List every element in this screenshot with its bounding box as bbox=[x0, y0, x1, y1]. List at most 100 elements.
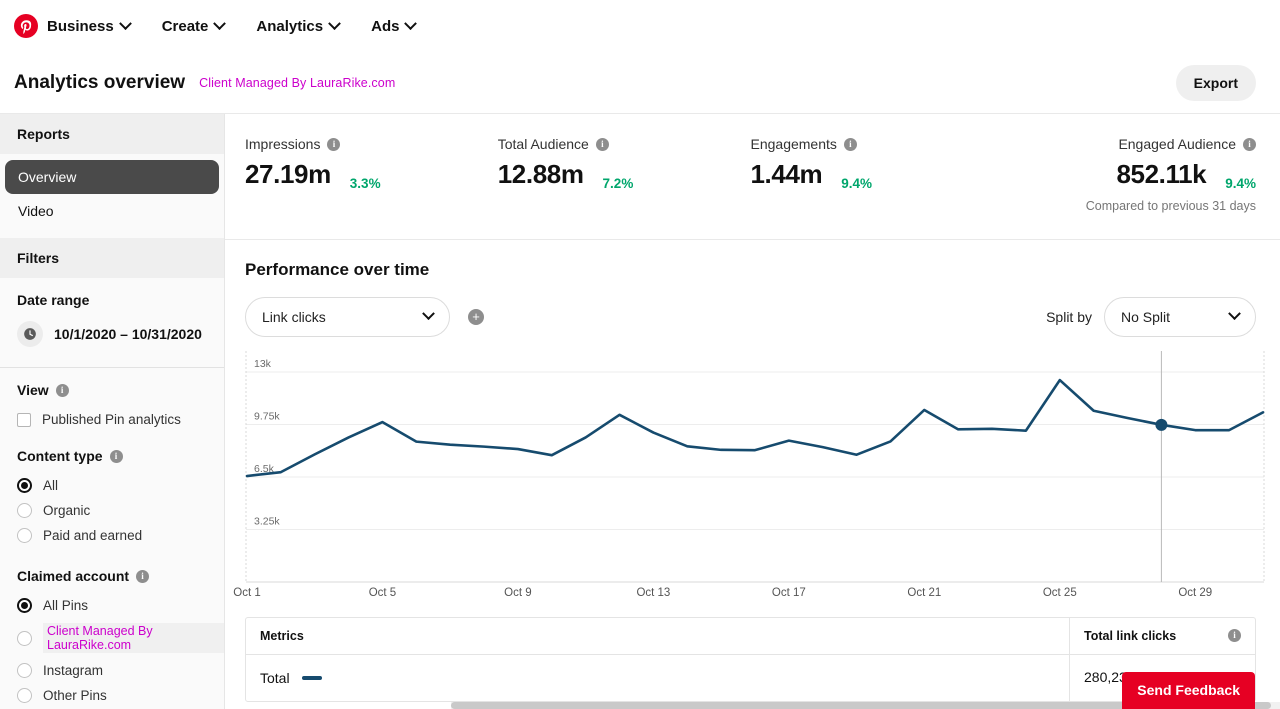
metric-engaged-audience-label-text: Engaged Audience bbox=[1118, 136, 1236, 152]
metrics-summary-row: Impressions i 27.19m 3.3% Tot bbox=[225, 114, 1280, 240]
table-row-metric-label: Total bbox=[260, 670, 290, 686]
nav-item-ads[interactable]: Ads bbox=[371, 18, 415, 35]
radio-content-type-all[interactable]: All bbox=[17, 473, 224, 498]
checkbox-published-pin-analytics[interactable]: Published Pin analytics bbox=[17, 407, 224, 432]
metric-impressions-label-text: Impressions bbox=[245, 136, 320, 152]
radio-claimed-instagram[interactable]: Instagram bbox=[17, 658, 224, 683]
info-icon[interactable]: i bbox=[596, 138, 609, 151]
radio-content-type-organic[interactable]: Organic bbox=[17, 498, 224, 523]
chart-x-tick-label: Oct 21 bbox=[907, 587, 941, 599]
chart-x-tick-label: Oct 1 bbox=[233, 587, 260, 599]
claimed-account-label-text: Claimed account bbox=[17, 568, 129, 584]
filter-content-type: Content type i All Organic Paid and earn… bbox=[0, 438, 224, 554]
export-button[interactable]: Export bbox=[1176, 65, 1256, 101]
sidebar-heading-filters: Filters bbox=[0, 238, 224, 278]
page-title: Analytics overview bbox=[14, 72, 185, 94]
metric-engaged-audience-delta-text: 9.4% bbox=[1225, 176, 1256, 191]
radio-content-type-all-label: All bbox=[43, 478, 58, 493]
sidebar-nav: Overview Video bbox=[0, 154, 224, 238]
info-icon[interactable]: i bbox=[1228, 629, 1241, 642]
metric-select-value: Link clicks bbox=[262, 309, 416, 325]
metric-engaged-audience-values: 852.11k 9.4% bbox=[1003, 159, 1256, 191]
main-content: Impressions i 27.19m 3.3% Tot bbox=[225, 114, 1280, 709]
radio-icon bbox=[17, 688, 32, 703]
sidebar-item-video-label: Video bbox=[18, 203, 54, 219]
nav-item-business[interactable]: Business bbox=[47, 18, 130, 35]
radio-content-type-paid-and-earned[interactable]: Paid and earned bbox=[17, 523, 224, 548]
svg-text:9.75k: 9.75k bbox=[254, 410, 280, 422]
filter-view: View i Published Pin analytics bbox=[0, 368, 224, 438]
radio-claimed-other-pins-label: Other Pins bbox=[43, 688, 107, 703]
date-range-label-text: Date range bbox=[17, 292, 89, 308]
radio-claimed-other-pins[interactable]: Other Pins bbox=[17, 683, 224, 708]
sidebar-heading-reports: Reports bbox=[0, 114, 224, 154]
date-range-value: 10/1/2020 – 10/31/2020 bbox=[54, 326, 202, 342]
chevron-down-icon bbox=[422, 307, 435, 320]
table-row-metric-cell: Total bbox=[246, 655, 1069, 701]
nav-item-create[interactable]: Create bbox=[162, 18, 225, 35]
metric-total-audience-delta-text: 7.2% bbox=[603, 176, 634, 191]
metric-card-engagements: Engagements i 1.44m 9.4% bbox=[751, 136, 1004, 213]
info-icon[interactable]: i bbox=[56, 384, 69, 397]
sidebar-item-overview-label: Overview bbox=[18, 169, 76, 185]
metrics-table-col-total-link-clicks: Total link clicks i bbox=[1069, 618, 1255, 654]
view-label: View i bbox=[17, 382, 224, 398]
chart-x-axis-labels: Oct 1Oct 5Oct 9Oct 13Oct 17Oct 21Oct 25O… bbox=[245, 583, 1256, 605]
info-icon[interactable]: i bbox=[110, 450, 123, 463]
radio-selected-icon bbox=[17, 478, 32, 493]
sidebar: Reports Overview Video Filters Date rang… bbox=[0, 114, 225, 709]
plus-circle-icon[interactable]: + bbox=[468, 309, 484, 325]
line-chart-plot[interactable]: 3.25k6.5k9.75k13k Oct 1Oct 5Oct 9Oct 13O… bbox=[245, 351, 1256, 605]
info-icon[interactable]: i bbox=[844, 138, 857, 151]
radio-claimed-all-pins-label: All Pins bbox=[43, 598, 88, 613]
metric-impressions-values: 27.19m 3.3% bbox=[245, 159, 498, 191]
radio-claimed-instagram-label: Instagram bbox=[43, 663, 103, 678]
radio-icon bbox=[17, 528, 32, 543]
info-icon[interactable]: i bbox=[1243, 138, 1256, 151]
top-navigation-bar: Business Create Analytics Ads bbox=[0, 0, 1280, 52]
nav-item-analytics[interactable]: Analytics bbox=[256, 18, 339, 35]
metric-card-total-audience: Total Audience i 12.88m 7.2% bbox=[498, 136, 751, 213]
send-feedback-button[interactable]: Send Feedback bbox=[1122, 672, 1255, 709]
metric-engaged-audience-label: Engaged Audience i bbox=[1003, 136, 1256, 152]
filter-date-range: Date range 10/1/2020 – 10/31/2020 bbox=[0, 278, 224, 365]
metric-engagements-label: Engagements i bbox=[751, 136, 1004, 152]
clock-icon bbox=[17, 321, 43, 347]
chart-data-line-total bbox=[247, 380, 1263, 476]
metric-impressions-delta-text: 3.3% bbox=[350, 176, 381, 191]
metric-total-audience-delta: 7.2% bbox=[598, 176, 634, 191]
line-chart-svg: 3.25k6.5k9.75k13k bbox=[245, 351, 1265, 583]
date-range-label: Date range bbox=[17, 292, 224, 308]
content-type-label: Content type i bbox=[17, 448, 224, 464]
metric-engagements-delta-text: 9.4% bbox=[841, 176, 872, 191]
metric-total-audience-label-text: Total Audience bbox=[498, 136, 589, 152]
chart-x-tick-label: Oct 5 bbox=[369, 587, 396, 599]
chevron-down-icon bbox=[119, 17, 132, 30]
client-managed-tag: Client Managed By LauraRike.com bbox=[199, 76, 395, 90]
radio-content-type-paid-label: Paid and earned bbox=[43, 528, 142, 543]
filter-claimed-account: Claimed account i All Pins Client Manage… bbox=[0, 554, 224, 709]
chart-controls: Link clicks + Split by No Split bbox=[245, 297, 1256, 337]
pinterest-logo-icon[interactable] bbox=[14, 14, 38, 38]
radio-claimed-client-managed[interactable]: Client Managed By LauraRike.com bbox=[17, 618, 224, 658]
info-icon[interactable]: i bbox=[136, 570, 149, 583]
chevron-down-icon bbox=[214, 17, 227, 30]
metric-select[interactable]: Link clicks bbox=[245, 297, 450, 337]
split-by-select[interactable]: No Split bbox=[1104, 297, 1256, 337]
metrics-table-col-metrics: Metrics bbox=[246, 618, 1069, 654]
sidebar-item-overview[interactable]: Overview bbox=[5, 160, 219, 194]
sidebar-item-video[interactable]: Video bbox=[5, 194, 219, 228]
chart-highlight-point bbox=[1155, 418, 1167, 430]
chart-x-tick-label: Oct 25 bbox=[1043, 587, 1077, 599]
metric-total-audience-label: Total Audience i bbox=[498, 136, 751, 152]
split-by-label: Split by bbox=[1046, 309, 1092, 325]
table-row[interactable]: Total 280,230 bbox=[246, 655, 1255, 701]
svg-text:13k: 13k bbox=[254, 358, 272, 370]
radio-claimed-all-pins[interactable]: All Pins bbox=[17, 593, 224, 618]
date-range-picker[interactable]: 10/1/2020 – 10/31/2020 bbox=[17, 317, 224, 359]
metric-total-audience-value: 12.88m bbox=[498, 159, 584, 190]
chevron-down-icon bbox=[405, 17, 418, 30]
info-icon[interactable]: i bbox=[327, 138, 340, 151]
metrics-table-col-total-label: Total link clicks bbox=[1084, 629, 1176, 643]
svg-text:3.25k: 3.25k bbox=[254, 515, 280, 527]
